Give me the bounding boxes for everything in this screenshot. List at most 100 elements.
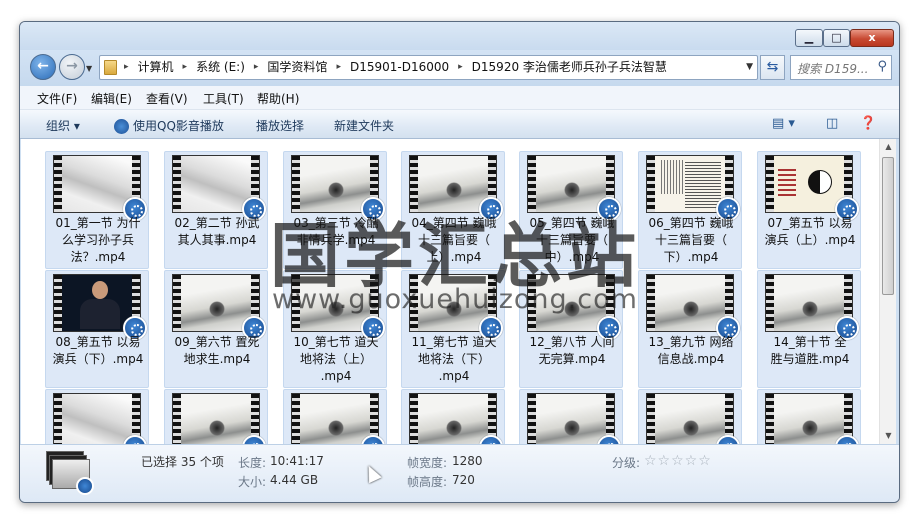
file-item[interactable]: 12_第八节 人间 无完算.mp4 [519,270,623,388]
address-bar[interactable]: ▸ 计算机 ▸ 系统 (E:) ▸ 国学资料馆 ▸ D15901-D16000 ▸ D15920 … [99,55,758,80]
length-value: 10:41:17 [270,454,324,468]
play-selection-button[interactable]: 播放选择 [256,117,304,134]
file-item[interactable]: 05_第四节 巍峨 十三篇旨要（ 中）.mp4 [519,151,623,269]
breadcrumb-item[interactable]: 计算机 [138,56,174,79]
breadcrumb: ▸ 计算机 ▸ 系统 (E:) ▸ 国学资料馆 ▸ D15901-D16000 ▸ D15920 … [118,56,670,79]
preview-pane-icon[interactable]: ◫ [826,116,838,131]
recent-pages-dropdown-icon[interactable]: ▼ [86,64,92,73]
file-name: 12_第八节 人间 无完算.mp4 [522,334,622,368]
file-item[interactable]: 03_第三节 冷酷 非情兵学.mp4 [283,151,387,269]
file-name: 01_第一节 为什 么学习孙子兵 法？.mp4 [48,215,148,266]
file-item[interactable] [283,389,387,444]
file-name: 03_第三节 冷酷 非情兵学.mp4 [286,215,386,249]
new-folder-button[interactable]: 新建文件夹 [334,117,394,134]
file-item[interactable] [45,389,149,444]
folder-icon [104,60,117,75]
file-name-line: 信息战.mp4 [657,352,725,366]
file-item[interactable]: 01_第一节 为什 么学习孙子兵 法？.mp4 [45,151,149,269]
breadcrumb-item[interactable]: D15901-D16000 [350,56,449,79]
file-name-line: 11_第七节 道天 [411,335,497,349]
file-name: 04_第四节 巍峨 十三篇旨要（ 上）.mp4 [404,215,504,266]
breadcrumb-item[interactable]: 国学资料馆 [267,56,327,79]
file-name-line: .mp4 [438,369,470,383]
back-button[interactable]: ← [30,54,56,80]
minimize-button[interactable]: ▁ [795,29,823,47]
rating-stars[interactable]: ☆☆☆☆☆ [644,453,712,469]
file-name-line: 05_第四节 巍峨 [529,216,615,230]
file-name: 11_第七节 道天 地将法（下） .mp4 [404,334,504,385]
file-item[interactable] [757,389,861,444]
file-item[interactable]: 11_第七节 道天 地将法（下） .mp4 [401,270,505,388]
menu-help[interactable]: 帮助(H) [257,90,299,107]
scroll-down-icon[interactable]: ▼ [880,428,897,444]
frame-width-label: 帧宽度: [407,456,448,470]
breadcrumb-separator-icon[interactable]: ▸ [183,56,188,79]
menu-tools[interactable]: 工具(T) [203,90,244,107]
file-name-line: 地求生.mp4 [183,352,251,366]
file-name-line: 么学习孙子兵 [61,233,134,247]
search-icon[interactable]: ⚲ [877,59,887,74]
vertical-scrollbar[interactable]: ▲ ▼ [879,139,896,444]
file-item[interactable]: 04_第四节 巍峨 十三篇旨要（ 上）.mp4 [401,151,505,269]
file-name-line: 07_第五节 以易 [767,216,853,230]
organize-button[interactable]: 组织 ▾ [46,117,80,134]
selection-thumbnail [46,451,94,495]
file-name: 08_第五节 以易 演兵（下）.mp4 [48,334,148,368]
file-item[interactable]: 07_第五节 以易 演兵（上）.mp4 [757,151,861,269]
file-name-line: 演兵（上）.mp4 [764,233,856,247]
title-bar: ▁ □ x [20,22,899,50]
address-dropdown-icon[interactable]: ▼ [746,56,753,79]
rating-label: 分级: [612,456,641,470]
file-name-line: 非情兵学.mp4 [296,233,376,247]
file-item[interactable]: 10_第七节 道天 地将法（上） .mp4 [283,270,387,388]
scroll-up-icon[interactable]: ▲ [880,139,897,155]
file-item[interactable]: 08_第五节 以易 演兵（下）.mp4 [45,270,149,388]
size-value: 4.44 GB [270,473,319,487]
file-item[interactable]: 14_第十节 全胜与道胜.mp4 [757,270,861,388]
file-name-line: 12_第八节 人间 [529,335,615,349]
file-list: 01_第一节 为什 么学习孙子兵 法？.mp4 02_第二节 孙武 其人其事.mp4 03… [21,139,879,444]
file-item[interactable]: 02_第二节 孙武 其人其事.mp4 [164,151,268,269]
file-item[interactable] [519,389,623,444]
menu-view[interactable]: 查看(V) [146,90,188,107]
menu-edit[interactable]: 编辑(E) [91,90,132,107]
file-name-line: 地将法（下） [417,352,490,366]
breadcrumb-separator-icon[interactable]: ▸ [124,56,129,79]
breadcrumb-separator-icon[interactable]: ▸ [458,56,463,79]
search-input[interactable]: 搜索 D159... ⚲ [790,55,892,80]
file-name-line: 中）.mp4 [544,250,600,264]
breadcrumb-item[interactable]: D15920 李治儒老师兵孙子兵法智慧 [472,56,667,79]
file-name: 07_第五节 以易 演兵（上）.mp4 [760,215,860,249]
file-name: 14_第十节 全胜与道胜.mp4 [760,334,860,368]
breadcrumb-separator-icon[interactable]: ▸ [336,56,341,79]
frame-width-value: 1280 [452,454,483,468]
frame-height-value: 720 [452,473,475,487]
file-name-line: 十三篇旨要（ [654,233,727,247]
help-icon[interactable]: ❓ [860,116,876,131]
refresh-button[interactable]: ⇆ [760,55,785,80]
scrollbar-thumb[interactable] [882,157,894,295]
address-row: ← → ▼ ▸ 计算机 ▸ 系统 (E:) ▸ 国学资料馆 ▸ D15901-D16000 ▸ D… [20,50,899,86]
file-name-line: 02_第二节 孙武 [174,216,260,230]
menu-file[interactable]: 文件(F) [37,90,77,107]
file-item[interactable]: 06_第四节 巍峨 十三篇旨要（ 下）.mp4 [638,151,742,269]
file-item[interactable] [164,389,268,444]
file-item[interactable]: 09_第六节 置死 地求生.mp4 [164,270,268,388]
qq-player-icon [114,119,129,134]
close-button[interactable]: x [850,29,894,47]
view-options-icon[interactable]: ▤ ▾ [772,116,795,131]
file-item[interactable]: 13_第九节 网络 信息战.mp4 [638,270,742,388]
file-name: 05_第四节 巍峨 十三篇旨要（ 中）.mp4 [522,215,622,266]
file-name-line: 03_第三节 冷酷 [293,216,379,230]
qq-player-icon [76,477,94,495]
frame-height-label: 帧高度: [407,475,448,489]
play-qq-button[interactable]: 使用QQ影音播放 [114,117,224,134]
file-item[interactable] [638,389,742,444]
breadcrumb-item[interactable]: 系统 (E:) [196,56,245,79]
menu-bar: 文件(F) 编辑(E) 查看(V) 工具(T) 帮助(H) [20,86,899,110]
file-name: 13_第九节 网络 信息战.mp4 [641,334,741,368]
forward-button[interactable]: → [59,54,85,80]
maximize-button[interactable]: □ [823,29,850,47]
breadcrumb-separator-icon[interactable]: ▸ [254,56,259,79]
file-item[interactable] [401,389,505,444]
